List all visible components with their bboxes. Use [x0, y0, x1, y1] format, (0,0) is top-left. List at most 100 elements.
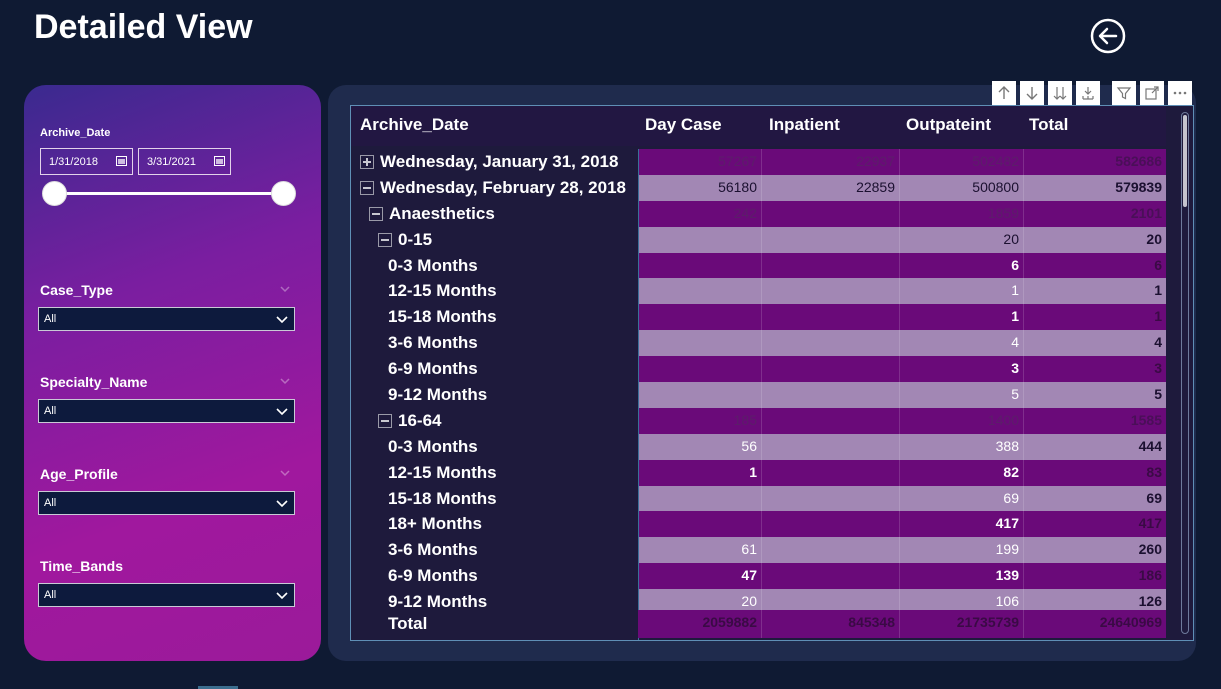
collapse-minus-icon[interactable]: [378, 413, 392, 428]
cell-inpatient: [762, 200, 900, 227]
cell-total: 444: [1138, 437, 1162, 454]
table-row[interactable]: 6-9 Months 47 139 186: [351, 563, 1166, 590]
cell-outpatient: 417: [900, 511, 1024, 538]
cell-outpatient: 3: [900, 356, 1024, 383]
total-label: Total: [388, 614, 428, 633]
chevron-down-icon: [280, 378, 290, 385]
drill-down-icon[interactable]: [1020, 81, 1044, 105]
column-header-day-case[interactable]: Day Case: [645, 115, 722, 135]
row-label: Wednesday, February 28, 2018: [380, 177, 626, 197]
table-row[interactable]: 15-18 Months 1 1: [351, 304, 1166, 331]
row-label: Anaesthetics: [389, 203, 495, 223]
date-range-start-handle[interactable]: [42, 181, 67, 206]
cell-total: 260: [1138, 541, 1162, 558]
row-cells: 11: [638, 304, 1166, 331]
table-row[interactable]: 0-3 Months 6 6: [351, 252, 1166, 279]
row-label: 16-64: [398, 410, 442, 430]
next-level-icon[interactable]: [1048, 81, 1072, 105]
cell-inpatient: [762, 252, 900, 279]
cell-day-case: [638, 252, 762, 279]
matrix-header: Archive_Date Day Case Inpatient Outpatei…: [351, 106, 1166, 146]
row-label: 12-15 Months: [388, 462, 497, 482]
filter-icon[interactable]: [1112, 81, 1136, 105]
table-row[interactable]: Wednesday, February 28, 2018 56180 22859 50…: [351, 174, 1166, 201]
row-cells: 44: [638, 330, 1166, 357]
cell-inpatient: [762, 537, 900, 564]
row-cells: 33: [638, 356, 1166, 383]
row-label: 12-15 Months: [388, 281, 497, 301]
page-title: Detailed View: [34, 8, 253, 46]
collapse-minus-icon[interactable]: [369, 206, 383, 221]
specialty-name-value: All: [44, 405, 57, 417]
row-cells: 242 1859 2101: [638, 200, 1166, 227]
table-row[interactable]: 0-15 20 20: [351, 226, 1166, 253]
chevron-down-icon[interactable]: [276, 497, 288, 509]
cell-total: 20: [1146, 230, 1162, 247]
scrollbar-thumb[interactable]: [1183, 115, 1187, 207]
vertical-scrollbar[interactable]: [1181, 112, 1189, 634]
table-row[interactable]: Wednesday, January 31, 2018 57267 22937 502…: [351, 149, 1166, 175]
row-label: 3-6 Months: [388, 333, 478, 353]
calendar-icon[interactable]: [214, 155, 225, 166]
end-date-input[interactable]: 3/31/2021: [138, 148, 231, 175]
cell-outpatient: 388: [900, 433, 1024, 460]
cell-inpatient: [762, 485, 900, 512]
total-inpatient: 845348: [762, 610, 900, 638]
chevron-down-icon[interactable]: [276, 589, 288, 601]
table-row[interactable]: 18+ Months 417 417: [351, 511, 1166, 538]
row-label: 0-15: [398, 229, 433, 249]
table-row[interactable]: 3-6 Months 61 199 260: [351, 537, 1166, 564]
cell-total: 582686: [1115, 153, 1162, 169]
specialty-name-dropdown[interactable]: All: [38, 399, 295, 423]
table-row[interactable]: 12-15 Months 1 1: [351, 278, 1166, 305]
date-range-end-handle[interactable]: [271, 181, 296, 206]
calendar-icon[interactable]: [116, 155, 127, 166]
case-type-label: Case_Type: [40, 282, 113, 298]
column-header-total[interactable]: Total: [1029, 115, 1068, 135]
cell-day-case: [638, 330, 762, 357]
collapse-minus-icon[interactable]: [360, 180, 374, 195]
total-row: Total 2059882 845348 21735739 24640969: [351, 610, 1166, 638]
table-row[interactable]: 15-18 Months 69 69: [351, 485, 1166, 512]
time-bands-label: Time_Bands: [40, 558, 123, 574]
focus-mode-icon[interactable]: [1140, 81, 1164, 105]
collapse-minus-icon[interactable]: [378, 232, 392, 247]
table-row[interactable]: 9-12 Months 5 5: [351, 382, 1166, 408]
cell-inpatient: [762, 226, 900, 253]
table-row[interactable]: 12-15 Months 1 82 83: [351, 459, 1166, 486]
column-header-inpatient[interactable]: Inpatient: [769, 115, 840, 135]
back-arrow-icon[interactable]: [1090, 18, 1126, 54]
row-cells: 61 199 260: [638, 537, 1166, 564]
time-bands-dropdown[interactable]: All: [38, 583, 295, 607]
specialty-name-label: Specialty_Name: [40, 374, 148, 390]
row-header-divider: [638, 149, 639, 640]
drill-up-icon[interactable]: [992, 81, 1016, 105]
cell-inpatient: [762, 330, 900, 357]
cell-total: 1: [1154, 308, 1162, 325]
cell-inpatient: 22859: [762, 174, 900, 201]
table-row[interactable]: 0-3 Months 56 388 444: [351, 433, 1166, 460]
case-type-dropdown[interactable]: All: [38, 307, 295, 331]
date-range-slider-track[interactable]: [55, 192, 284, 195]
cell-day-case: [638, 511, 762, 538]
expand-all-icon[interactable]: [1076, 81, 1100, 105]
start-date-input[interactable]: 1/31/2018: [40, 148, 133, 175]
more-options-icon[interactable]: [1168, 81, 1192, 105]
chevron-down-icon: [280, 286, 290, 293]
cell-inpatient: 22937: [762, 149, 900, 175]
table-row[interactable]: Anaesthetics 242 1859 2101: [351, 200, 1166, 227]
age-profile-dropdown[interactable]: All: [38, 491, 295, 515]
cell-day-case: 242: [638, 200, 762, 227]
matrix-rows: Wednesday, January 31, 2018 57267 22937 502…: [351, 149, 1166, 616]
table-row[interactable]: 3-6 Months 4 4: [351, 330, 1166, 357]
table-row[interactable]: 16-64 185 1400 1585: [351, 407, 1166, 434]
chevron-down-icon[interactable]: [276, 313, 288, 325]
table-row[interactable]: 6-9 Months 3 3: [351, 356, 1166, 383]
cell-day-case: [638, 304, 762, 331]
cell-outpatient: 1400: [900, 407, 1024, 434]
column-header-outpatient[interactable]: Outpateint: [906, 115, 991, 135]
chevron-down-icon[interactable]: [276, 405, 288, 417]
cell-total: 417: [1138, 515, 1162, 532]
expand-plus-icon[interactable]: [360, 155, 374, 169]
column-header-archive-date[interactable]: Archive_Date: [360, 115, 469, 135]
